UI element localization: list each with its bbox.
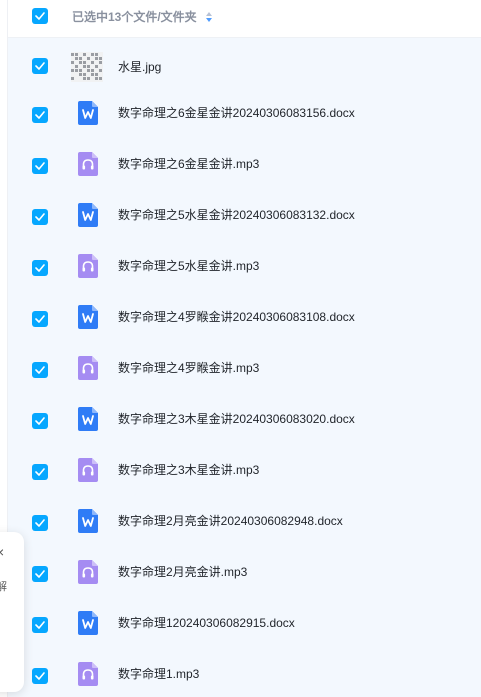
file-row[interactable]: 数字命理之5水星金讲.mp3	[8, 242, 481, 293]
file-row[interactable]: 水星.jpg	[8, 38, 481, 89]
checkmark-icon	[35, 213, 45, 221]
file-name[interactable]: 数字命理之5水星金讲.mp3	[118, 257, 259, 275]
checkmark-icon	[35, 672, 45, 680]
audio-file-icon	[78, 152, 98, 176]
checkmark-icon	[35, 519, 45, 527]
file-name[interactable]: 数字命理之6金星金讲20240306083156.docx	[118, 104, 355, 122]
file-row[interactable]: 数字命理之4罗睺金讲.mp3	[8, 344, 481, 395]
file-row[interactable]: 数字命理2月亮金讲.mp3	[8, 548, 481, 599]
file-name[interactable]: 水星.jpg	[118, 58, 161, 76]
checkmark-icon	[35, 366, 45, 374]
audio-file-icon	[78, 560, 98, 584]
file-checkbox[interactable]	[32, 668, 48, 684]
checkmark-icon	[35, 12, 45, 20]
audio-file-icon	[78, 254, 98, 278]
file-row[interactable]: 数字命理之6金星金讲.mp3	[8, 140, 481, 191]
select-all-checkbox[interactable]	[32, 8, 48, 24]
close-icon[interactable]: ×	[0, 545, 4, 559]
file-name[interactable]: 数字命理2月亮金讲.mp3	[118, 563, 247, 581]
checkmark-icon	[35, 111, 45, 119]
file-list: 水星.jpg 数字命理之6金星金讲20240306083156.docx 数字命理之…	[8, 38, 481, 697]
file-checkbox[interactable]	[32, 617, 48, 633]
file-row[interactable]: 数字命理之4罗睺金讲20240306083108.docx	[8, 293, 481, 344]
file-name[interactable]: 数字命理2月亮金讲20240306082948.docx	[118, 512, 343, 530]
file-checkbox[interactable]	[32, 158, 48, 174]
word-doc-icon	[78, 203, 98, 227]
file-checkbox[interactable]	[32, 566, 48, 582]
word-doc-icon	[78, 101, 98, 125]
file-row[interactable]: 数字命理2月亮金讲20240306082948.docx	[8, 497, 481, 548]
file-checkbox[interactable]	[32, 413, 48, 429]
side-panel-label: 解	[0, 581, 7, 593]
selection-header: 已选中13个文件/文件夹	[8, 0, 481, 38]
file-checkbox[interactable]	[32, 311, 48, 327]
word-doc-icon	[78, 305, 98, 329]
file-name[interactable]: 数字命理之4罗睺金讲20240306083108.docx	[118, 308, 355, 326]
file-name[interactable]: 数字命理120240306082915.docx	[118, 614, 295, 632]
checkmark-icon	[35, 570, 45, 578]
sort-updown-icon[interactable]	[205, 9, 213, 25]
file-name[interactable]: 数字命理之5水星金讲20240306083132.docx	[118, 206, 355, 224]
audio-file-icon	[78, 458, 98, 482]
checkmark-icon	[35, 315, 45, 323]
file-checkbox[interactable]	[32, 107, 48, 123]
selection-count-label: 已选中13个文件/文件夹	[72, 10, 197, 24]
file-checkbox[interactable]	[32, 362, 48, 378]
file-name[interactable]: 数字命理1.mp3	[118, 665, 199, 683]
file-name[interactable]: 数字命理之4罗睺金讲.mp3	[118, 359, 259, 377]
file-name[interactable]: 数字命理之3木星金讲.mp3	[118, 461, 259, 479]
file-row[interactable]: 数字命理之3木星金讲.mp3	[8, 446, 481, 497]
file-checkbox[interactable]	[32, 260, 48, 276]
file-checkbox[interactable]	[32, 58, 48, 74]
image-thumbnail-icon	[71, 52, 103, 82]
file-checkbox[interactable]	[32, 209, 48, 225]
audio-file-icon	[78, 356, 98, 380]
file-checkbox[interactable]	[32, 464, 48, 480]
word-doc-icon	[78, 509, 98, 533]
checkmark-icon	[35, 62, 45, 70]
checkmark-icon	[35, 621, 45, 629]
file-checkbox[interactable]	[32, 515, 48, 531]
checkmark-icon	[35, 468, 45, 476]
checkmark-icon	[35, 417, 45, 425]
word-doc-icon	[78, 611, 98, 635]
checkmark-icon	[35, 162, 45, 170]
file-row[interactable]: 数字命理之5水星金讲20240306083132.docx	[8, 191, 481, 242]
word-doc-icon	[78, 407, 98, 431]
file-row[interactable]: 数字命理之3木星金讲20240306083020.docx	[8, 395, 481, 446]
checkmark-icon	[35, 264, 45, 272]
file-name[interactable]: 数字命理之3木星金讲20240306083020.docx	[118, 410, 355, 428]
audio-file-icon	[78, 662, 98, 686]
file-row[interactable]: 数字命理之6金星金讲20240306083156.docx	[8, 89, 481, 140]
file-name[interactable]: 数字命理之6金星金讲.mp3	[118, 155, 259, 173]
file-row[interactable]: 数字命理1.mp3	[8, 650, 481, 697]
file-row[interactable]: 数字命理120240306082915.docx	[8, 599, 481, 650]
